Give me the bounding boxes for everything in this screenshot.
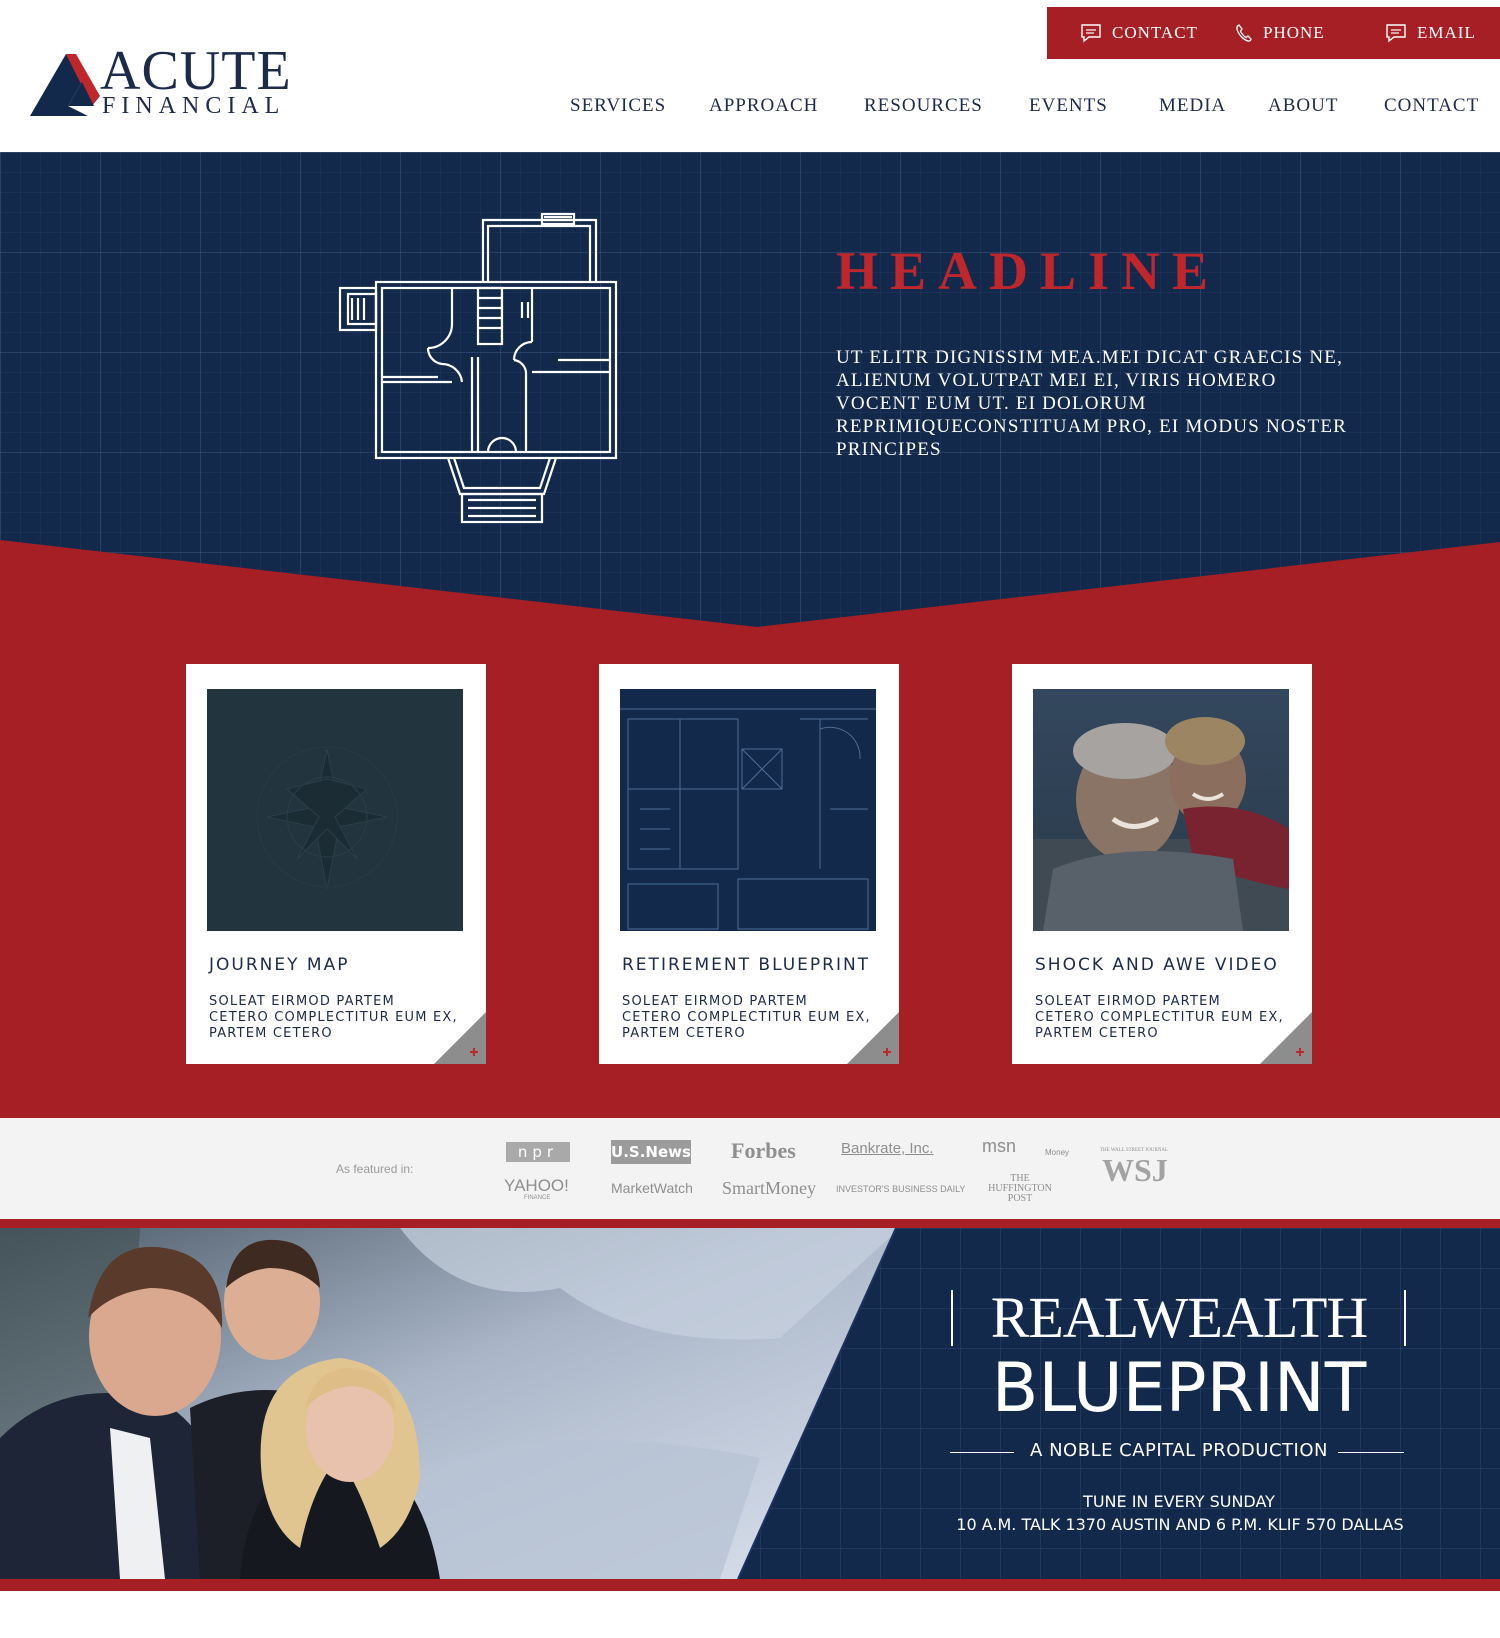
press-logo-msn: msn bbox=[982, 1136, 1017, 1156]
nav-item-contact[interactable]: CONTACT bbox=[1384, 95, 1479, 117]
banner-bottom-border bbox=[0, 1579, 1500, 1591]
hosts-photo bbox=[0, 1228, 900, 1579]
nav-item-approach[interactable]: APPROACH bbox=[709, 95, 818, 117]
press-logo-bankrate: Bankrate, Inc. bbox=[841, 1140, 934, 1157]
nav-item-events[interactable]: EVENTS bbox=[1029, 95, 1108, 117]
featured-label: As featured in: bbox=[336, 1162, 414, 1176]
card-shock-and-awe-video[interactable]: SHOCK AND AWE VIDEO SOLEAT EIRMOD PARTEM… bbox=[1012, 664, 1312, 1064]
utility-contact-link[interactable]: CONTACT bbox=[1080, 7, 1198, 59]
plus-icon[interactable] bbox=[1260, 1012, 1312, 1064]
hero-body-text: UT ELITR DIGNISSIM MEA.MEI DICAT GRAECIS… bbox=[836, 347, 1348, 460]
floorplan-illustration bbox=[338, 212, 618, 524]
logo-wordmark-bottom: FINANCIAL bbox=[102, 93, 286, 119]
card-title: SHOCK AND AWE VIDEO bbox=[1035, 955, 1279, 975]
utility-contact-label: CONTACT bbox=[1112, 23, 1198, 42]
utility-phone-link[interactable]: PHONE bbox=[1235, 7, 1325, 59]
show-subtitle: A NOBLE CAPITAL PRODUCTION bbox=[1030, 1440, 1328, 1461]
press-logo-yahoo-finance: FINANCE bbox=[524, 1195, 551, 1201]
logo-wordmark-top: ACUTE bbox=[100, 40, 292, 102]
phone-icon bbox=[1236, 24, 1252, 42]
hero-section: HEADLINE UT ELITR DIGNISSIM MEA.MEI DICA… bbox=[0, 152, 1500, 1118]
card-text: SOLEAT EIRMOD PARTEM CETERO COMPLECTITUR… bbox=[209, 994, 458, 1041]
press-logo-forbes: Forbes bbox=[731, 1138, 796, 1163]
press-logo-yahoo: YAHOO! bbox=[504, 1176, 569, 1195]
card-image-couple-photo bbox=[1033, 689, 1289, 931]
card-journey-map[interactable]: JOURNEY MAP SOLEAT EIRMOD PARTEM CETERO … bbox=[186, 664, 486, 1064]
featured-in-strip: As featured in: npr U.S.News Forbes Bank… bbox=[0, 1118, 1500, 1219]
utility-email-link[interactable]: EMAIL bbox=[1385, 7, 1476, 59]
chat-icon bbox=[1081, 24, 1101, 43]
show-title-line2: BLUEPRINT bbox=[991, 1349, 1367, 1428]
press-logo-smartmoney: SmartMoney bbox=[722, 1178, 816, 1198]
card-retirement-blueprint[interactable]: RETIREMENT BLUEPRINT SOLEAT EIRMOD PARTE… bbox=[599, 664, 899, 1064]
card-image-compass bbox=[207, 689, 463, 931]
card-text: SOLEAT EIRMOD PARTEM CETERO COMPLECTITUR… bbox=[622, 994, 871, 1041]
press-logo-npr: npr bbox=[506, 1142, 570, 1162]
card-text: SOLEAT EIRMOD PARTEM CETERO COMPLECTITUR… bbox=[1035, 994, 1284, 1041]
nav-item-about[interactable]: ABOUT bbox=[1268, 95, 1338, 117]
press-logo-wsj: WSJ bbox=[1102, 1152, 1168, 1188]
plus-icon[interactable] bbox=[847, 1012, 899, 1064]
card-title: JOURNEY MAP bbox=[209, 955, 350, 975]
show-tune-in: TUNE IN EVERY SUNDAY bbox=[1083, 1492, 1275, 1511]
card-title: RETIREMENT BLUEPRINT bbox=[622, 955, 871, 975]
card-image-blueprint bbox=[620, 689, 876, 931]
press-logo-huffpost: THE HUFFINGTON POST bbox=[988, 1173, 1052, 1204]
utility-bar: CONTACT PHONE EMAIL bbox=[1047, 7, 1500, 59]
banner-top-border bbox=[0, 1219, 1500, 1228]
utility-email-label: EMAIL bbox=[1417, 23, 1476, 42]
show-times: 10 A.M. TALK 1370 AUSTIN AND 6 P.M. KLIF… bbox=[956, 1515, 1404, 1534]
press-logo-marketwatch: MarketWatch bbox=[611, 1180, 693, 1196]
press-logo-usnews: U.S.News bbox=[611, 1140, 691, 1164]
nav-item-resources[interactable]: RESOURCES bbox=[864, 95, 983, 117]
plus-icon[interactable] bbox=[434, 1012, 486, 1064]
hero-headline: HEADLINE bbox=[836, 241, 1221, 301]
press-logo-msn-money: Money bbox=[1045, 1148, 1070, 1157]
site-header: CONTACT PHONE EMAIL ACUTE FINANCIAL SERV… bbox=[0, 0, 1500, 152]
chat-icon bbox=[1386, 24, 1406, 43]
nav-item-media[interactable]: MEDIA bbox=[1159, 95, 1226, 117]
utility-phone-label: PHONE bbox=[1263, 23, 1325, 42]
press-logo-ibd: INVESTOR'S BUSINESS DAILY bbox=[836, 1184, 966, 1194]
show-title-line1: REALWEALTH bbox=[990, 1285, 1369, 1350]
nav-item-services[interactable]: SERVICES bbox=[570, 95, 666, 117]
